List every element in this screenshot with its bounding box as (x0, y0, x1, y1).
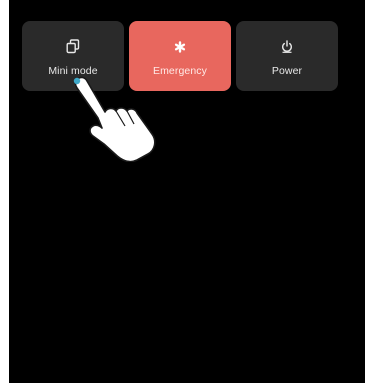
mini-mode-icon (64, 38, 82, 56)
power-icon (278, 38, 296, 56)
tap-hand-icon (73, 76, 156, 162)
power-menu-screen: Mini mode Emergency Power (9, 0, 365, 383)
power-label: Power (271, 64, 303, 77)
power-button[interactable]: Power (236, 21, 338, 91)
power-menu-tiles: Mini mode Emergency Power (22, 21, 338, 91)
emergency-icon (171, 38, 189, 56)
touch-point (73, 77, 81, 85)
